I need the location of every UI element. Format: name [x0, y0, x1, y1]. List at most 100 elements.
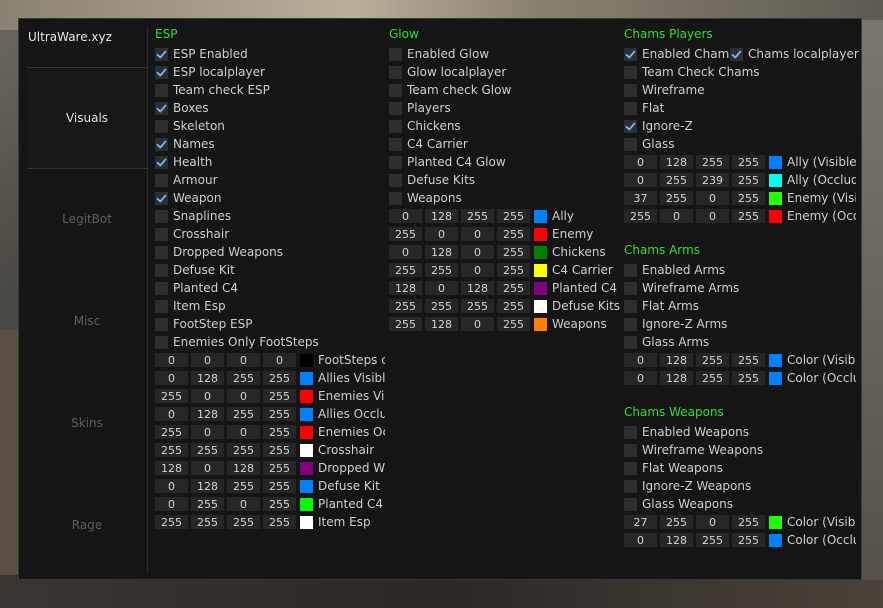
color-a-input[interactable]: 255 [732, 173, 765, 187]
checkbox-enabled-arms[interactable]: Enabled Arms [624, 261, 725, 279]
checkbox-box[interactable] [389, 137, 402, 151]
checkbox-wireframe-weapons[interactable]: Wireframe Weapons [624, 441, 763, 459]
checkbox-ignore-z-arms[interactable]: Ignore-Z Arms [624, 315, 727, 333]
checkbox-weapon[interactable]: Weapon [155, 189, 221, 207]
color-r-input[interactable]: 255 [389, 299, 422, 313]
color-swatch[interactable] [534, 209, 547, 223]
color-swatch[interactable] [534, 263, 547, 277]
checkbox-box[interactable] [624, 119, 637, 133]
color-g-input[interactable]: 255 [660, 515, 693, 529]
checkbox-flat-weapons[interactable]: Flat Weapons [624, 459, 723, 477]
checkbox-planted-c4-glow[interactable]: Planted C4 Glow [389, 153, 506, 171]
checkbox-box[interactable] [155, 173, 168, 187]
checkbox-box[interactable] [155, 299, 168, 313]
color-b-input[interactable]: 255 [461, 299, 494, 313]
checkbox-box[interactable] [155, 155, 168, 169]
checkbox-box[interactable] [624, 299, 637, 313]
color-r-input[interactable]: 255 [389, 263, 422, 277]
checkbox-skeleton[interactable]: Skeleton [155, 117, 225, 135]
color-b-input[interactable]: 0 [696, 515, 729, 529]
color-b-input[interactable]: 255 [227, 443, 260, 457]
color-b-input[interactable]: 255 [227, 515, 260, 529]
color-a-input[interactable]: 255 [497, 227, 530, 241]
color-swatch[interactable] [300, 461, 313, 475]
checkbox-box[interactable] [624, 263, 637, 277]
color-r-input[interactable]: 0 [624, 173, 657, 187]
color-swatch[interactable] [534, 281, 547, 295]
color-g-input[interactable]: 255 [425, 263, 458, 277]
color-a-input[interactable]: 255 [263, 515, 296, 529]
color-swatch[interactable] [300, 425, 313, 439]
color-r-input[interactable]: 255 [155, 425, 188, 439]
color-a-input[interactable]: 0 [263, 353, 296, 367]
checkbox-box[interactable] [624, 317, 637, 331]
checkbox-defuse-kits[interactable]: Defuse Kits [389, 171, 475, 189]
color-r-input[interactable]: 0 [155, 407, 188, 421]
color-swatch[interactable] [300, 353, 313, 367]
color-b-input[interactable]: 255 [696, 533, 729, 547]
checkbox-flat[interactable]: Flat [624, 99, 664, 117]
color-g-input[interactable]: 128 [660, 371, 693, 385]
color-a-input[interactable]: 255 [732, 209, 765, 223]
color-r-input[interactable]: 0 [624, 155, 657, 169]
color-b-input[interactable]: 255 [696, 155, 729, 169]
checkbox-box[interactable] [624, 101, 637, 115]
color-a-input[interactable]: 255 [263, 479, 296, 493]
color-a-input[interactable]: 255 [263, 443, 296, 457]
color-g-input[interactable]: 128 [660, 353, 693, 367]
checkbox-glass[interactable]: Glass [624, 135, 675, 153]
color-g-input[interactable]: 128 [660, 155, 693, 169]
color-r-input[interactable]: 0 [389, 209, 422, 223]
checkbox-box[interactable] [155, 263, 168, 277]
checkbox-crosshair[interactable]: Crosshair [155, 225, 229, 243]
color-a-input[interactable]: 255 [732, 515, 765, 529]
checkbox-box[interactable] [155, 227, 168, 241]
color-g-input[interactable]: 0 [660, 209, 693, 223]
color-r-input[interactable]: 128 [389, 281, 422, 295]
tab-rage[interactable]: Rage [27, 475, 147, 575]
color-r-input[interactable]: 0 [389, 245, 422, 259]
color-r-input[interactable]: 255 [624, 209, 657, 223]
checkbox-glow-localplayer[interactable]: Glow localplayer [389, 63, 506, 81]
color-swatch[interactable] [769, 191, 782, 205]
checkbox-box[interactable] [389, 65, 402, 79]
color-swatch[interactable] [769, 173, 782, 187]
checkbox-box[interactable] [155, 335, 168, 349]
color-b-input[interactable]: 255 [696, 353, 729, 367]
checkbox-box[interactable] [389, 191, 402, 205]
tab-skins[interactable]: Skins [27, 373, 147, 473]
color-a-input[interactable]: 255 [497, 299, 530, 313]
color-swatch[interactable] [769, 209, 782, 223]
checkbox-enemies-only-footsteps[interactable]: Enemies Only FootSteps [155, 333, 319, 351]
color-b-input[interactable]: 239 [696, 173, 729, 187]
color-r-input[interactable]: 255 [389, 317, 422, 331]
checkbox-box[interactable] [155, 191, 168, 205]
checkbox-box[interactable] [624, 425, 637, 439]
color-swatch[interactable] [300, 497, 313, 511]
checkbox-box[interactable] [624, 443, 637, 457]
color-b-input[interactable]: 255 [227, 479, 260, 493]
checkbox-box[interactable] [624, 281, 637, 295]
checkbox-box[interactable] [155, 137, 168, 151]
color-g-input[interactable]: 0 [425, 227, 458, 241]
checkbox-esp-localplayer[interactable]: ESP localplayer [155, 63, 265, 81]
color-a-input[interactable]: 255 [732, 353, 765, 367]
checkbox-box[interactable] [155, 119, 168, 133]
color-g-input[interactable]: 0 [191, 425, 224, 439]
color-b-input[interactable]: 255 [696, 371, 729, 385]
checkbox-armour[interactable]: Armour [155, 171, 218, 189]
color-b-input[interactable]: 0 [227, 425, 260, 439]
color-r-input[interactable]: 0 [155, 479, 188, 493]
color-a-input[interactable]: 255 [497, 317, 530, 331]
checkbox-box[interactable] [155, 101, 168, 115]
color-g-input[interactable]: 255 [660, 173, 693, 187]
color-swatch[interactable] [300, 371, 313, 385]
checkbox-box[interactable] [624, 335, 637, 349]
color-b-input[interactable]: 0 [227, 497, 260, 511]
checkbox-weapons[interactable]: Weapons [389, 189, 462, 207]
color-a-input[interactable]: 255 [732, 155, 765, 169]
checkbox-dropped-weapons[interactable]: Dropped Weapons [155, 243, 283, 261]
color-a-input[interactable]: 255 [263, 497, 296, 511]
checkbox-team-check-chams[interactable]: Team Check Chams [624, 63, 760, 81]
color-b-input[interactable]: 0 [696, 209, 729, 223]
